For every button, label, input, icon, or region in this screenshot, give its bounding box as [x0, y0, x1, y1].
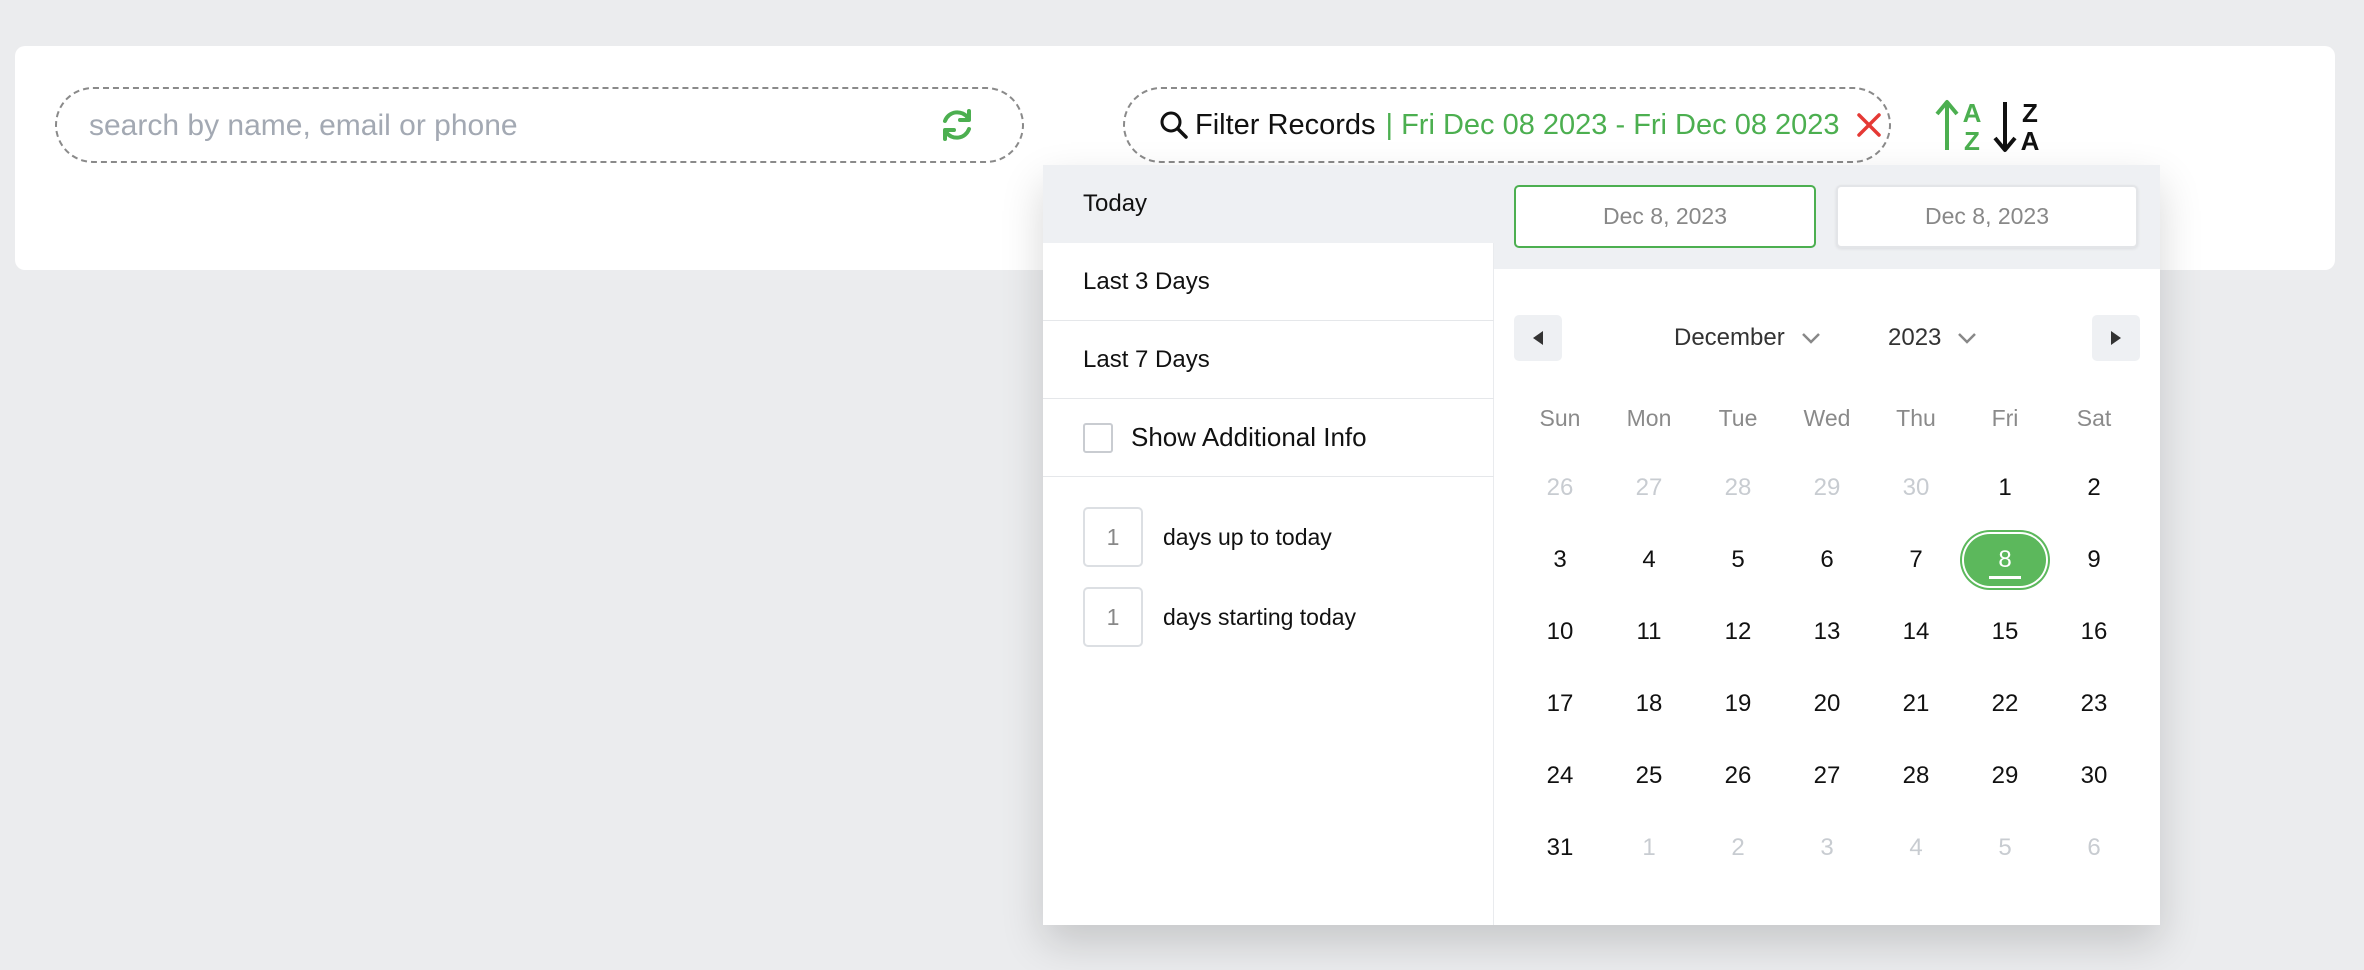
- calendar-day[interactable]: 6: [1784, 532, 1870, 588]
- calendar-header: Dec 8, 2023 Dec 8, 2023: [1494, 165, 2160, 269]
- calendar-day[interactable]: 18: [1606, 676, 1692, 732]
- calendar-day[interactable]: 3: [1517, 532, 1603, 588]
- show-additional-info-checkbox[interactable]: [1083, 422, 1113, 453]
- show-additional-info-label: Show Additional Info: [1131, 422, 1367, 452]
- calendar-day[interactable]: 23: [2051, 676, 2137, 732]
- weekday-fri: Fri: [1991, 405, 2019, 431]
- show-additional-info[interactable]: Show Additional Info: [1043, 399, 1494, 477]
- weekday-tue: Tue: [1718, 405, 1758, 431]
- calendar-day[interactable]: 17: [1517, 676, 1603, 732]
- month-select[interactable]: December: [1674, 315, 1821, 361]
- close-icon[interactable]: [1856, 112, 1882, 138]
- calendar-day[interactable]: 22: [1962, 676, 2048, 732]
- calendar-day[interactable]: 13: [1784, 604, 1870, 660]
- refresh-icon[interactable]: [937, 105, 977, 145]
- search-box: [55, 87, 1024, 163]
- calendar-day[interactable]: 30: [1873, 460, 1959, 516]
- calendar-day[interactable]: 11: [1606, 604, 1692, 660]
- days-starting-today-row: days starting today: [1083, 587, 1356, 647]
- sort-ascending-icon[interactable]: A Z: [1934, 98, 1986, 154]
- calendar-day[interactable]: 2: [2051, 460, 2137, 516]
- calendar-day-selected[interactable]: 8: [1962, 532, 2048, 588]
- calendar-day[interactable]: 27: [1606, 460, 1692, 516]
- preset-list: Today Last 3 Days Last 7 Days Show Addit…: [1043, 165, 1494, 925]
- preset-today[interactable]: Today: [1043, 165, 1494, 243]
- calendar-day[interactable]: 12: [1695, 604, 1781, 660]
- weekday-thu: Thu: [1896, 405, 1936, 431]
- search-icon: [1160, 111, 1188, 139]
- weekday-sat: Sat: [2076, 405, 2112, 431]
- calendar-day[interactable]: 15: [1962, 604, 2048, 660]
- calendar-day[interactable]: 16: [2051, 604, 2137, 660]
- previous-month-button[interactable]: [1514, 315, 1562, 361]
- calendar-day[interactable]: 26: [1517, 460, 1603, 516]
- calendar-day[interactable]: 1: [1962, 460, 2048, 516]
- sort-descending-letter-top: Z: [2022, 98, 2038, 128]
- filter-label: Filter Records: [1195, 108, 1376, 141]
- month-select-value: December: [1674, 324, 1785, 351]
- sort-ascending-letter-top: A: [1963, 98, 1982, 128]
- preset-last-3-days[interactable]: Last 3 Days: [1043, 243, 1494, 321]
- filter-date-range: | Fri Dec 08 2023 - Fri Dec 08 2023: [1385, 108, 1840, 141]
- sort-ascending-letter-bottom: Z: [1964, 126, 1980, 154]
- calendar-day[interactable]: 19: [1695, 676, 1781, 732]
- filter-records-button[interactable]: Filter Records | Fri Dec 08 2023 - Fri D…: [1123, 87, 1891, 163]
- calendar-day[interactable]: 25: [1606, 748, 1692, 804]
- preset-last-3-days-label: Last 3 Days: [1083, 267, 1210, 295]
- calendar-day[interactable]: 31: [1517, 820, 1603, 876]
- calendar-day[interactable]: 28: [1695, 460, 1781, 516]
- chevron-down-icon: [1801, 333, 1820, 344]
- year-select-value: 2023: [1888, 324, 1942, 351]
- calendar-day[interactable]: 6: [2051, 820, 2137, 876]
- next-month-button[interactable]: [2092, 315, 2140, 361]
- calendar-day[interactable]: 14: [1873, 604, 1959, 660]
- weekday-wed: Wed: [1803, 405, 1851, 431]
- year-select[interactable]: 2023: [1888, 315, 1977, 361]
- calendar-day[interactable]: 5: [1695, 532, 1781, 588]
- weekday-sun: Sun: [1539, 405, 1581, 431]
- calendar-day[interactable]: 9: [2051, 532, 2137, 588]
- sort-descending-letter-bottom: A: [2021, 126, 2040, 154]
- calendar-day[interactable]: 28: [1873, 748, 1959, 804]
- calendar-day[interactable]: 24: [1517, 748, 1603, 804]
- calendar-day[interactable]: 30: [2051, 748, 2137, 804]
- calendar-day[interactable]: 5: [1962, 820, 2048, 876]
- calendar-day[interactable]: 27: [1784, 748, 1870, 804]
- chevron-down-icon: [1958, 333, 1977, 344]
- calendar-day[interactable]: 4: [1606, 532, 1692, 588]
- calendar-day[interactable]: 1: [1606, 820, 1692, 876]
- calendar-day[interactable]: 3: [1784, 820, 1870, 876]
- search-input[interactable]: [87, 89, 951, 163]
- date-range-dropdown: Today Last 3 Days Last 7 Days Show Addit…: [1043, 165, 2160, 925]
- calendar-day[interactable]: 29: [1962, 748, 2048, 804]
- calendar-day[interactable]: 2: [1695, 820, 1781, 876]
- preset-last-7-days-label: Last 7 Days: [1083, 345, 1210, 373]
- caret-right-icon: [2111, 331, 2121, 345]
- days-starting-today-input[interactable]: [1083, 587, 1143, 647]
- calendar-day[interactable]: 7: [1873, 532, 1959, 588]
- calendar-day[interactable]: 21: [1873, 676, 1959, 732]
- calendar-day[interactable]: 29: [1784, 460, 1870, 516]
- calendar-day[interactable]: 10: [1517, 604, 1603, 660]
- sort-descending-icon[interactable]: Z A: [1992, 98, 2044, 154]
- calendar-pane: Dec 8, 2023 Dec 8, 2023 December 2023 Su…: [1494, 165, 2160, 925]
- calendar-day[interactable]: 26: [1695, 748, 1781, 804]
- start-date-field[interactable]: Dec 8, 2023: [1514, 185, 1816, 248]
- days-up-to-today-input[interactable]: [1083, 507, 1143, 567]
- preset-today-label: Today: [1083, 190, 1148, 217]
- weekday-mon: Mon: [1626, 405, 1672, 431]
- days-up-to-today-row: days up to today: [1083, 507, 1332, 567]
- days-up-to-today-label: days up to today: [1163, 523, 1332, 550]
- calendar-day[interactable]: 20: [1784, 676, 1870, 732]
- preset-last-7-days[interactable]: Last 7 Days: [1043, 321, 1494, 399]
- end-date-field[interactable]: Dec 8, 2023: [1836, 185, 2138, 248]
- caret-left-icon: [1533, 331, 1543, 345]
- days-starting-today-label: days starting today: [1163, 603, 1357, 630]
- calendar-day[interactable]: 4: [1873, 820, 1959, 876]
